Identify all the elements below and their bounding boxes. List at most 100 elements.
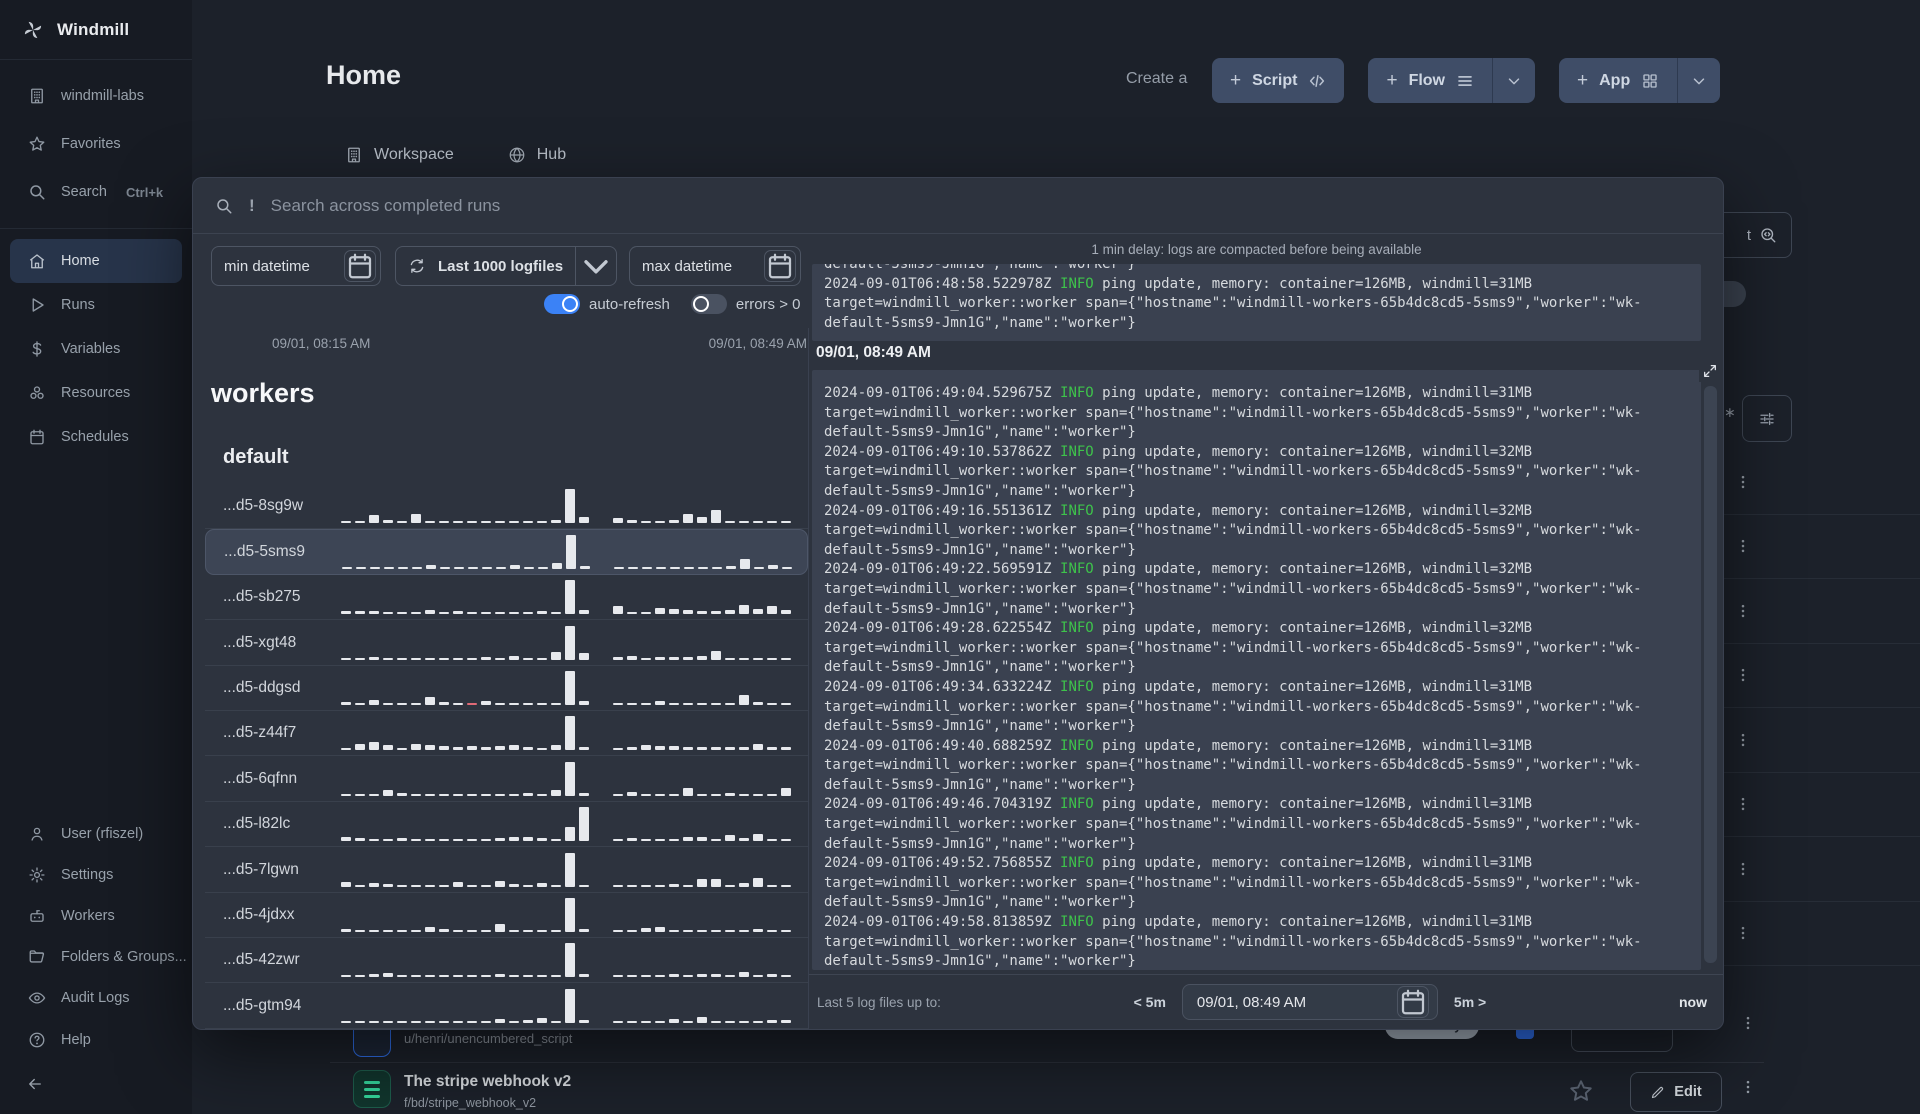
- sidebar-item-runs[interactable]: Runs: [0, 283, 192, 327]
- calendar-icon[interactable]: [344, 250, 376, 282]
- refresh-icon: [408, 257, 426, 275]
- create-app-dropdown-button[interactable]: [1677, 58, 1721, 103]
- home-tabs: Workspace Hub: [345, 146, 566, 164]
- worker-row[interactable]: ...d5-4jdxx: [205, 893, 808, 938]
- min-datetime-input[interactable]: min datetime: [211, 246, 381, 286]
- worker-row[interactable]: ...d5-z44f7: [205, 711, 808, 757]
- create-script-button[interactable]: + Script: [1212, 58, 1345, 103]
- plus-icon: +: [1230, 69, 1242, 91]
- kebab-icon: [1739, 1078, 1757, 1096]
- gear-icon: [28, 866, 46, 884]
- calendar-icon[interactable]: [1396, 986, 1429, 1018]
- worker-row[interactable]: ...d5-6qfnn: [205, 756, 808, 802]
- tab-workspace[interactable]: Workspace: [345, 146, 454, 164]
- globe-icon: [508, 146, 526, 164]
- sidebar-item-audit-logs[interactable]: Audit Logs: [0, 977, 192, 1018]
- collapse-sidebar-button[interactable]: [0, 1062, 192, 1106]
- back-5m-button[interactable]: < 5m: [1134, 994, 1166, 1010]
- search-input[interactable]: [270, 178, 1723, 233]
- kebab-icon: [1734, 473, 1752, 491]
- sidebar-item-resources[interactable]: Resources: [0, 371, 192, 415]
- create-flow-button[interactable]: + Flow: [1368, 58, 1492, 103]
- sidebar-item-label: Home: [61, 253, 100, 269]
- kebab-icon: [1734, 666, 1752, 684]
- sidebar-item-schedules[interactable]: Schedules: [0, 415, 192, 459]
- worker-name: ...d5-xgt48: [223, 633, 297, 651]
- worker-activity-sparkline: [341, 670, 791, 710]
- auto-refresh-toggle[interactable]: [544, 294, 580, 314]
- log-block-current: 2024-09-01T06:49:04.529675Z INFO ping up…: [812, 370, 1701, 970]
- sidebar-item-user[interactable]: User (rfiszel): [0, 813, 192, 854]
- resources-icon: [28, 384, 46, 402]
- sidebar-item-workspace[interactable]: windmill-labs: [0, 72, 192, 120]
- sidebar-item-label: User (rfiszel): [61, 825, 144, 842]
- sidebar-item-workers[interactable]: Workers: [0, 895, 192, 936]
- log-files-label: Last 5 log files up to:: [817, 994, 941, 1010]
- worker-name: ...d5-4jdxx: [223, 905, 295, 923]
- log-datetime-input[interactable]: 09/01, 08:49 AM: [1181, 984, 1438, 1020]
- flow-icon: [353, 1070, 391, 1108]
- sidebar-item-label: Folders & Groups...: [61, 948, 187, 965]
- row-menu-button[interactable]: [1730, 533, 1756, 559]
- log-entry: 2024-09-01T06:49:10.537862Z INFO ping up…: [824, 443, 1642, 499]
- sidebar-item-search[interactable]: Search Ctrl+k: [0, 168, 192, 216]
- create-app-button[interactable]: + App: [1559, 58, 1678, 103]
- worker-row[interactable]: ...d5-8sg9w: [205, 484, 808, 530]
- worker-name: ...d5-z44f7: [223, 724, 297, 742]
- chevron-down-icon[interactable]: [576, 246, 616, 286]
- row-menu-button[interactable]: [1730, 469, 1756, 495]
- sidebar-item-variables[interactable]: Variables: [0, 327, 192, 371]
- sidebar-item-settings[interactable]: Settings: [0, 854, 192, 895]
- sidebar-item-home[interactable]: Home: [10, 239, 182, 283]
- worker-activity-sparkline: [341, 716, 791, 755]
- sidebar-item-folders[interactable]: Folders & Groups...: [0, 936, 192, 977]
- windmill-logo-icon: [22, 19, 44, 41]
- create-flow-dropdown-button[interactable]: [1492, 58, 1535, 103]
- favorite-star-button[interactable]: [1568, 1078, 1594, 1104]
- edit-button[interactable]: Edit: [1630, 1072, 1722, 1112]
- sidebar-item-favorites[interactable]: Favorites: [0, 120, 192, 168]
- worker-row[interactable]: ...d5-gtm94: [205, 983, 808, 1029]
- row-menu-button[interactable]: [1730, 598, 1756, 624]
- worker-row[interactable]: ...d5-42zwr: [205, 938, 808, 984]
- row-menu-button[interactable]: [1730, 920, 1756, 946]
- worker-row[interactable]: ...d5-sb275: [205, 575, 808, 621]
- log-scrollbar[interactable]: [1704, 386, 1717, 963]
- forward-5m-button[interactable]: 5m >: [1454, 994, 1486, 1010]
- row-menu-button[interactable]: [1730, 791, 1756, 817]
- calendar-icon: [28, 428, 46, 446]
- row-menu-button[interactable]: [1730, 727, 1756, 753]
- log-entry: 2024-09-01T06:49:04.529675Z INFO ping up…: [824, 385, 1642, 441]
- worker-row[interactable]: ...d5-7lgwn: [205, 847, 808, 893]
- row-menu-button[interactable]: [1730, 856, 1756, 882]
- play-icon: [28, 296, 46, 314]
- log-entry: 2024-09-01T06:49:16.551361Z INFO ping up…: [824, 502, 1642, 558]
- max-datetime-input[interactable]: max datetime: [629, 246, 801, 286]
- sidebar-item-label: Resources: [61, 385, 131, 401]
- row-menu-button[interactable]: [1730, 662, 1756, 688]
- sidebar-item-label: Runs: [61, 297, 95, 313]
- create-a-label: Create a: [1126, 70, 1188, 87]
- tab-hub[interactable]: Hub: [508, 146, 566, 164]
- script-row-menu-button[interactable]: [1735, 1010, 1761, 1036]
- worker-row[interactable]: ...d5-l82lc: [205, 802, 808, 848]
- workers-heading: workers: [211, 378, 315, 408]
- webhook-row-menu-button[interactable]: [1735, 1074, 1761, 1100]
- calendar-icon[interactable]: [764, 250, 796, 282]
- search-icon: [215, 197, 233, 215]
- worker-row[interactable]: ...d5-xgt48: [205, 620, 808, 666]
- filter-settings-button[interactable]: [1742, 395, 1792, 442]
- errors-only-toggle[interactable]: [690, 294, 727, 314]
- expand-log-button[interactable]: [1699, 360, 1721, 382]
- now-button[interactable]: now: [1679, 994, 1707, 1010]
- sidebar-item-help[interactable]: Help: [0, 1018, 192, 1062]
- worker-row[interactable]: ...d5-5sms9: [205, 529, 808, 575]
- worker-group-heading: default: [223, 446, 289, 468]
- expand-icon: [1702, 363, 1718, 379]
- worker-row[interactable]: ...d5-ddgsd: [205, 666, 808, 711]
- content-search-partial-text: t: [1746, 226, 1751, 244]
- folder-icon: [28, 948, 46, 966]
- logfiles-range-select[interactable]: Last 1000 logfiles: [395, 246, 617, 286]
- worker-activity-sparkline: [341, 852, 791, 892]
- worker-activity-sparkline: [341, 897, 791, 937]
